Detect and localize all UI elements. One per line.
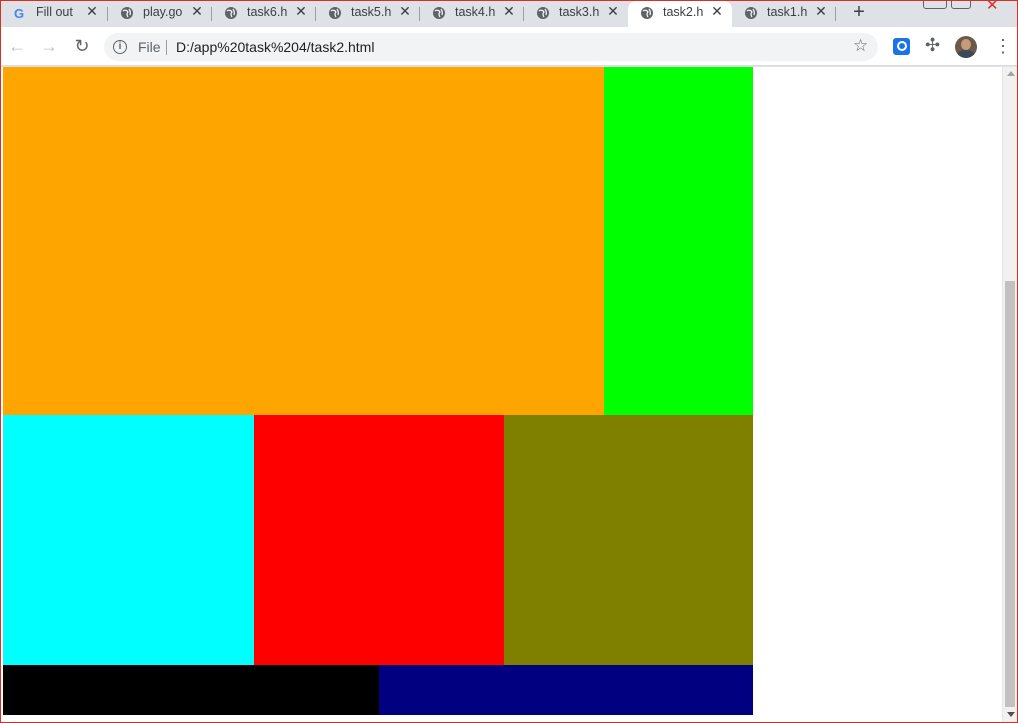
bookmark-star-icon[interactable]: ☆ (853, 36, 868, 56)
back-icon[interactable]: ← (6, 35, 28, 57)
address-bar[interactable]: i File D:/app%20task%204/task2.html ☆ (104, 33, 878, 61)
close-icon[interactable]: ✕ (710, 4, 724, 18)
close-icon[interactable]: ✕ (398, 4, 412, 18)
cyan-block (3, 415, 254, 665)
navy-block (379, 665, 753, 715)
google-icon: G (14, 6, 24, 20)
extensions-puzzle-icon[interactable]: ✣ (925, 35, 940, 56)
tab-task1[interactable]: task1.ht ✕ (732, 1, 836, 27)
close-icon[interactable]: ✕ (294, 4, 308, 18)
scrollbar-thumb[interactable] (1005, 281, 1015, 707)
svg-text:G: G (14, 6, 24, 20)
omnibox-divider (166, 40, 167, 55)
tab-label: task5.ht (351, 5, 391, 19)
black-block (3, 665, 379, 715)
restore-icon[interactable] (951, 1, 971, 9)
globe-icon (537, 7, 549, 19)
red-block (254, 415, 504, 665)
lime-block (604, 67, 753, 415)
search-extension-icon[interactable] (893, 38, 910, 55)
tab-label: task4.ht (455, 5, 495, 19)
tab-task4[interactable]: task4.ht ✕ (420, 1, 524, 27)
minimize-icon[interactable] (923, 1, 947, 9)
tab-separator (835, 7, 836, 21)
scheme-label: File (138, 39, 161, 55)
tab-label: task3.ht (559, 5, 599, 19)
new-tab-icon[interactable]: + (849, 2, 869, 23)
tab-label: task1.ht (767, 5, 807, 19)
close-icon[interactable]: ✕ (85, 4, 99, 18)
tab-fill-out[interactable]: G Fill out ✕ (1, 1, 108, 27)
globe-icon (745, 7, 757, 19)
tab-label: task2.ht (663, 5, 703, 19)
vertical-scrollbar[interactable] (1002, 67, 1017, 722)
tab-label: play.go (143, 5, 183, 19)
globe-icon (433, 7, 445, 19)
scroll-down-icon[interactable] (1007, 712, 1015, 717)
forward-icon[interactable]: → (38, 35, 60, 57)
browser-window: G Fill out ✕ play.go ✕ task6.ht ✕ task5.… (0, 0, 1018, 723)
menu-kebab-icon[interactable]: ⋮ (994, 36, 1012, 56)
tab-task6[interactable]: task6.ht ✕ (212, 1, 316, 27)
tab-play[interactable]: play.go ✕ (108, 1, 212, 27)
info-icon[interactable]: i (113, 40, 127, 54)
close-icon[interactable]: ✕ (502, 4, 516, 18)
globe-icon (329, 7, 341, 19)
window-close-icon[interactable]: ✕ (986, 1, 999, 14)
scroll-up-icon[interactable] (1007, 71, 1015, 76)
close-icon[interactable]: ✕ (190, 4, 204, 18)
browser-toolbar: ← → ↻ i File D:/app%20task%204/task2.htm… (1, 27, 1017, 66)
tab-label: Fill out (36, 5, 73, 19)
globe-icon (121, 7, 133, 19)
tab-label: task6.ht (247, 5, 287, 19)
tab-task2[interactable]: task2.ht ✕ (628, 1, 732, 27)
close-icon[interactable]: ✕ (606, 4, 620, 18)
globe-icon (225, 7, 237, 19)
url-text[interactable]: D:/app%20task%204/task2.html (176, 39, 374, 55)
orange-block (3, 67, 604, 415)
page-viewport (1, 67, 1017, 722)
close-icon[interactable]: ✕ (814, 4, 828, 18)
tab-task5[interactable]: task5.ht ✕ (316, 1, 420, 27)
tab-strip: G Fill out ✕ play.go ✕ task6.ht ✕ task5.… (1, 1, 1017, 27)
olive-block (504, 415, 753, 665)
globe-icon (641, 7, 653, 19)
profile-avatar[interactable] (955, 36, 977, 58)
reload-icon[interactable]: ↻ (71, 35, 93, 57)
tab-task3[interactable]: task3.ht ✕ (524, 1, 628, 27)
